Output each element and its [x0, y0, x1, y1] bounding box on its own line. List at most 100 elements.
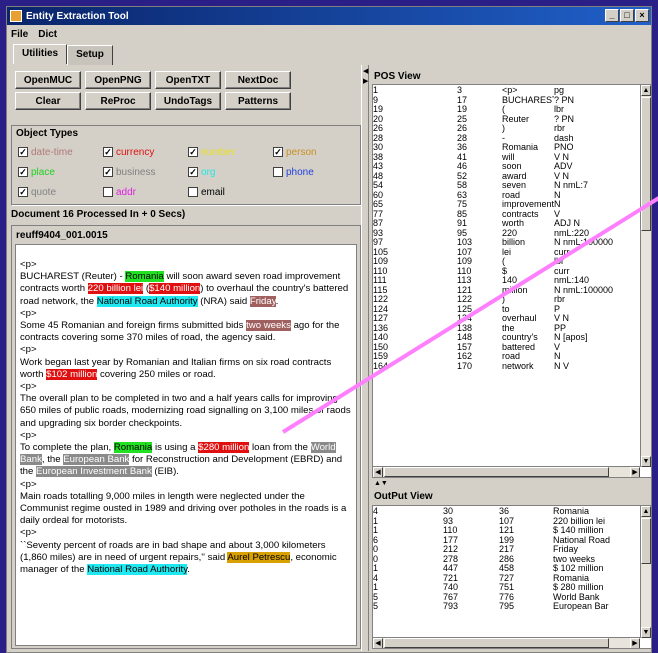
checkbox-addr[interactable]: addr — [103, 184, 188, 200]
checkbox-email[interactable]: email — [188, 184, 273, 200]
checkbox-box[interactable]: ✓ — [18, 187, 28, 197]
list-row[interactable]: 5 767 776 World Bank — [373, 593, 633, 603]
opentxt-button[interactable]: OpenTXT — [155, 71, 221, 89]
scroll-right-icon[interactable]: ▶ — [630, 467, 640, 477]
collapse-left-icon[interactable]: ◀ — [363, 67, 368, 75]
pos-view-list[interactable]: 1 3 <p> pg 9 17 BUCHAREST? PN 19 19 (lbr 20 25 Reute… — [372, 84, 651, 478]
list-row[interactable]: 122 122) rbr — [373, 295, 624, 305]
checkbox-currency[interactable]: ✓ currency — [103, 144, 188, 160]
checkbox-person[interactable]: ✓ person — [273, 144, 358, 160]
list-row[interactable]: 54 58 seven N nmL:7 — [373, 181, 624, 191]
list-row[interactable]: 87 91 worth ADJ N — [373, 219, 624, 229]
checkbox-phone[interactable]: phone — [273, 164, 358, 180]
list-row[interactable]: 164 170 network N V — [373, 362, 624, 372]
hscroll-thumb[interactable] — [384, 638, 609, 648]
minimize-icon[interactable]: _ — [605, 9, 619, 22]
list-row[interactable]: 26 26) rbr — [373, 124, 624, 134]
list-row[interactable]: 1 93 107 220 billion lei — [373, 517, 633, 527]
scroll-left-icon[interactable]: ◀ — [373, 638, 383, 648]
output-view-list[interactable]: 4 30 36 Romania 1 93 107 220 billion lei 1 110 121… — [372, 505, 651, 649]
openmuc-button[interactable]: OpenMUC — [15, 71, 81, 89]
undotags-button[interactable]: UndoTags — [155, 92, 221, 110]
scroll-right-icon[interactable]: ▶ — [630, 638, 640, 648]
checkbox-business[interactable]: ✓ business — [103, 164, 188, 180]
checkbox-box[interactable] — [103, 187, 113, 197]
checkbox-quote[interactable]: ✓ quote — [18, 184, 103, 200]
list-row[interactable]: 127 134 overhaul V N — [373, 314, 624, 324]
list-row[interactable]: 20 25 Reuter ? PN — [373, 115, 624, 125]
list-row[interactable]: 1 110 121 $ 140 million — [373, 526, 633, 536]
vertical-scrollbar[interactable]: ▲ ▼ — [640, 85, 651, 467]
checkbox-box[interactable] — [273, 167, 283, 177]
scroll-thumb[interactable] — [641, 518, 651, 564]
list-row[interactable]: 48 52 award V N — [373, 172, 624, 182]
checkbox-number[interactable]: ✓ number — [188, 144, 273, 160]
checkbox-box[interactable]: ✓ — [103, 147, 113, 157]
checkbox-box[interactable]: ✓ — [188, 147, 198, 157]
list-row[interactable]: 159 162 road N — [373, 352, 624, 362]
list-row[interactable]: 111 113 140 nmL:140 — [373, 276, 624, 286]
list-row[interactable]: 77 85 contracts V — [373, 210, 624, 220]
nextdoc-button[interactable]: NextDoc — [225, 71, 291, 89]
list-row[interactable]: 19 19 (lbr — [373, 105, 624, 115]
list-row[interactable]: 136 138 the PP — [373, 324, 624, 334]
patterns-button-visible[interactable]: Patterns — [225, 92, 291, 110]
split-handle-icon[interactable]: ▲▼ — [374, 480, 388, 487]
list-row[interactable]: 9 17 BUCHAREST? PN — [373, 96, 624, 106]
list-row[interactable]: 140 148 country's N [apos] — [373, 333, 624, 343]
list-row[interactable]: 1 3 <p> pg — [373, 86, 624, 96]
checkbox-box[interactable]: ✓ — [273, 147, 283, 157]
horizontal-scrollbar[interactable]: ◀ ▶ — [373, 466, 640, 477]
tab-utilities[interactable]: Utilities — [13, 44, 68, 64]
checkbox-date-time[interactable]: ✓ date-time — [18, 144, 103, 160]
checkbox-box[interactable]: ✓ — [18, 147, 28, 157]
tab-setup[interactable]: Setup — [67, 45, 113, 65]
list-row[interactable]: 4 721 727 Romania — [373, 574, 633, 584]
list-row[interactable]: 124 125 to P — [373, 305, 624, 315]
checkbox-org[interactable]: ✓ org — [188, 164, 273, 180]
menu-dict[interactable]: Dict — [38, 29, 57, 40]
list-row[interactable]: 93 95 220 nmL:220 — [373, 229, 624, 239]
scroll-up-icon[interactable]: ▲ — [641, 85, 651, 96]
document-text[interactable]: <p> BUCHAREST (Reuter) - Romania will so… — [15, 244, 357, 646]
close-icon[interactable]: × — [635, 9, 649, 22]
horizontal-scrollbar[interactable]: ◀ ▶ — [373, 637, 640, 648]
list-row[interactable]: 1 447 458 $ 102 million — [373, 564, 633, 574]
checkbox-box[interactable]: ✓ — [18, 167, 28, 177]
list-row[interactable]: 6 177 199 National Road — [373, 536, 633, 546]
reproc-button[interactable]: ReProc — [85, 92, 151, 110]
split-divider[interactable]: ◀ ▶ — [361, 65, 369, 651]
list-row[interactable]: 1 740 751 $ 280 million — [373, 583, 633, 593]
list-row[interactable]: 38 41 will V N — [373, 153, 624, 163]
collapse-right-icon[interactable]: ▶ — [363, 77, 368, 85]
list-row[interactable]: 4 30 36 Romania — [373, 507, 633, 517]
list-row[interactable]: 5 793 795 European Bar — [373, 602, 633, 612]
list-row[interactable]: 65 75 improvement N — [373, 200, 624, 210]
list-row[interactable]: 97 103 billion N nmL:100000 — [373, 238, 624, 248]
list-row[interactable]: 109 109 (lbr — [373, 257, 624, 267]
scroll-thumb[interactable] — [641, 97, 651, 231]
scroll-down-icon[interactable]: ▼ — [641, 456, 651, 467]
scroll-left-icon[interactable]: ◀ — [373, 467, 383, 477]
list-row[interactable]: 60 63 road N — [373, 191, 624, 201]
list-row[interactable]: 43 46 soon ADV — [373, 162, 624, 172]
list-row[interactable]: 110 110 $ curr — [373, 267, 624, 277]
scroll-up-icon[interactable]: ▲ — [641, 506, 651, 517]
clear-button[interactable]: Clear — [15, 92, 81, 110]
list-row[interactable]: 0 212 217 Friday — [373, 545, 633, 555]
list-row[interactable]: 30 36 Romania PNO — [373, 143, 624, 153]
hscroll-thumb[interactable] — [384, 467, 609, 477]
maximize-icon[interactable]: □ — [620, 9, 634, 22]
openpng-button[interactable]: OpenPNG — [85, 71, 151, 89]
checkbox-place[interactable]: ✓ place — [18, 164, 103, 180]
checkbox-box[interactable]: ✓ — [103, 167, 113, 177]
checkbox-box[interactable]: ✓ — [188, 167, 198, 177]
scroll-down-icon[interactable]: ▼ — [641, 627, 651, 638]
menu-file[interactable]: File — [11, 29, 28, 40]
vertical-scrollbar[interactable]: ▲ ▼ — [640, 506, 651, 638]
list-row[interactable]: 0 278 286 two weeks — [373, 555, 633, 565]
list-row[interactable]: 105 107 lei curr — [373, 248, 624, 258]
list-row[interactable]: 115 121 million N nmL:100000 — [373, 286, 624, 296]
list-row[interactable]: 150 157 battered V — [373, 343, 624, 353]
list-row[interactable]: 28 28 - dash — [373, 134, 624, 144]
